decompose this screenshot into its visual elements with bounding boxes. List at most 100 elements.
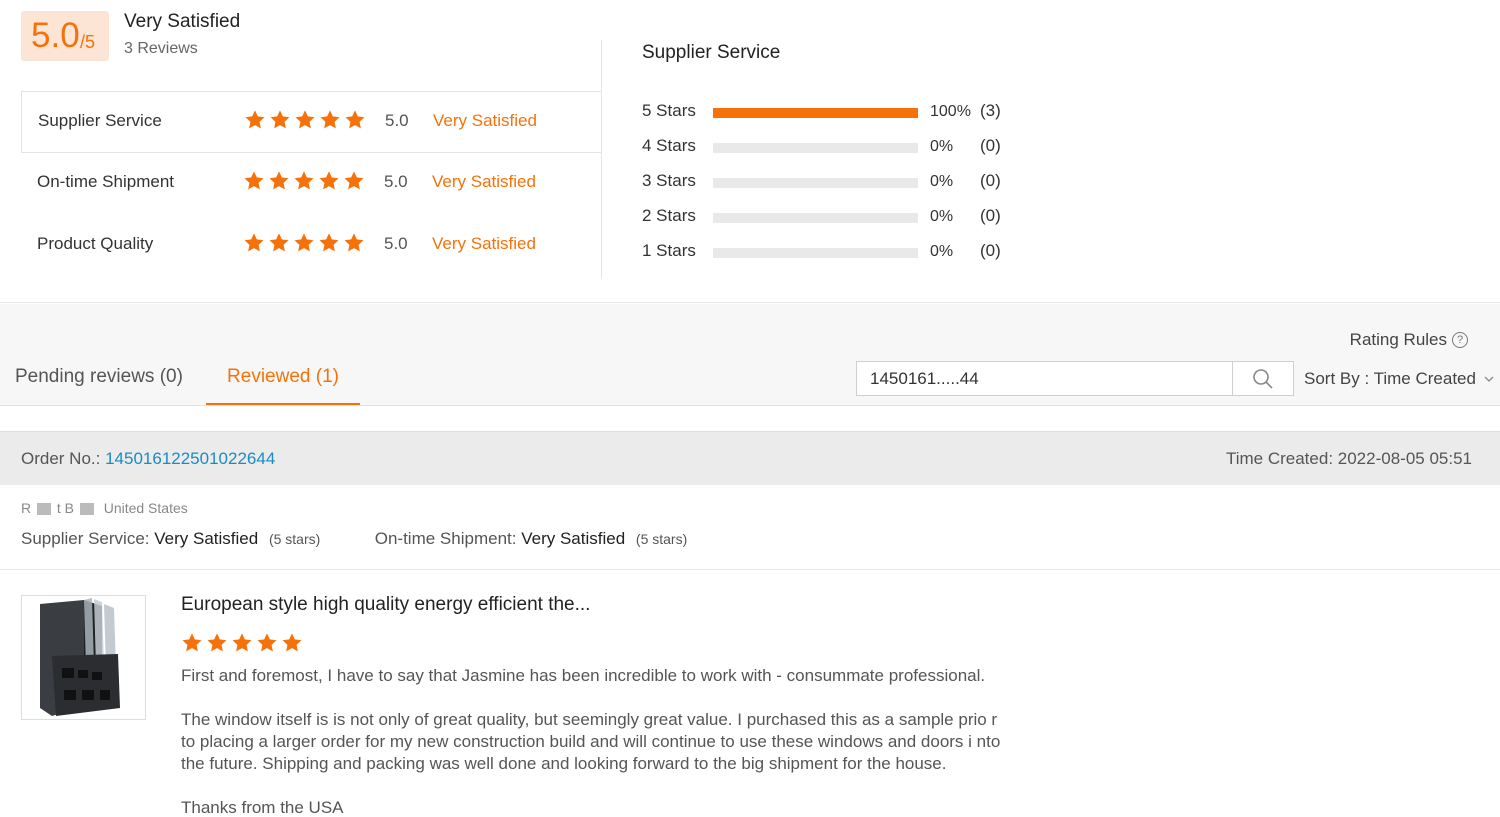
rating-rules-link[interactable]: Rating Rules ? bbox=[1350, 330, 1468, 350]
overall-score-badge: 5.0 /5 bbox=[21, 11, 109, 61]
search-input[interactable] bbox=[856, 361, 1233, 396]
distribution-bar bbox=[713, 248, 918, 258]
review-paragraph: Thanks from the USA bbox=[181, 798, 344, 817]
search-button[interactable] bbox=[1232, 361, 1294, 396]
criteria-list: Supplier Service 5.0 Very Satisfied On-t… bbox=[21, 91, 601, 277]
shipment-value: Very Satisfied bbox=[521, 529, 626, 548]
star-icon bbox=[257, 633, 277, 652]
supplier-service-stars: (5 stars) bbox=[268, 531, 321, 547]
star-icon bbox=[207, 633, 227, 652]
supplier-service-label: Supplier Service: bbox=[21, 529, 150, 548]
buyer-name-initial: R bbox=[21, 500, 32, 516]
star-icon bbox=[282, 633, 302, 652]
help-circle-icon[interactable]: ? bbox=[1452, 332, 1468, 348]
overall-score: 5.0 bbox=[31, 16, 80, 55]
distribution-bar bbox=[713, 213, 918, 223]
redacted-block bbox=[37, 503, 52, 516]
review-paragraph: First and foremost, I have to say that J… bbox=[181, 666, 986, 685]
sort-label: Sort By : Time Created bbox=[1304, 369, 1476, 388]
order-number-link[interactable]: 145016122501022644 bbox=[105, 449, 275, 468]
distribution-label: 2 Stars bbox=[642, 206, 696, 225]
star-icon bbox=[294, 233, 314, 252]
distribution-bar bbox=[713, 143, 918, 153]
star-icon bbox=[345, 110, 365, 129]
distribution-row: 4 Stars 0% (0) bbox=[642, 135, 1042, 159]
star-icon bbox=[244, 233, 264, 252]
review-paragraph: The window itself is is not only of grea… bbox=[181, 710, 1001, 773]
window-profile-image bbox=[40, 598, 120, 716]
order-number-label: Order No.: bbox=[21, 449, 101, 468]
buyer-country: United States bbox=[103, 500, 188, 516]
criteria-name: Supplier Service bbox=[38, 111, 162, 130]
star-icon bbox=[344, 171, 364, 190]
overall-label: Very Satisfied bbox=[124, 11, 241, 32]
redacted-block bbox=[79, 503, 94, 516]
criteria-label: Very Satisfied bbox=[432, 234, 536, 253]
sort-dropdown[interactable]: Sort By : Time Created bbox=[1304, 369, 1494, 389]
distribution-row: 5 Stars 100% (3) bbox=[642, 100, 1042, 124]
review-body: First and foremost, I have to say that J… bbox=[181, 665, 1001, 817]
distribution-label: 1 Stars bbox=[642, 241, 696, 260]
distribution-count: (0) bbox=[980, 171, 1001, 190]
distribution-percent: 100% bbox=[930, 103, 971, 120]
time-created: Time Created: 2022-08-05 05:51 bbox=[1225, 449, 1472, 468]
order-header: Order No.: 145016122501022644 Time Creat… bbox=[0, 431, 1500, 485]
rating-summary: 5.0 /5 Very Satisfied 3 Reviews Supplier… bbox=[0, 0, 1500, 303]
shipment-label: On-time Shipment: bbox=[374, 529, 517, 548]
star-icon bbox=[319, 171, 339, 190]
divider bbox=[0, 569, 1500, 570]
star-icon bbox=[244, 171, 264, 190]
distribution-bar bbox=[713, 178, 918, 188]
criteria-score: 5.0 bbox=[384, 234, 408, 253]
distribution-title: Supplier Service bbox=[642, 42, 781, 63]
distribution-count: (3) bbox=[980, 101, 1001, 120]
distribution-bar bbox=[713, 108, 918, 118]
distribution-count: (0) bbox=[980, 136, 1001, 155]
star-icon bbox=[319, 233, 339, 252]
distribution-label: 3 Stars bbox=[642, 171, 696, 190]
distribution-percent: 0% bbox=[930, 243, 954, 260]
criteria-row[interactable]: Supplier Service 5.0 Very Satisfied bbox=[21, 91, 601, 153]
star-icon bbox=[270, 110, 290, 129]
criteria-stars bbox=[244, 109, 366, 131]
distribution-row: 1 Stars 0% (0) bbox=[642, 240, 1042, 264]
buyer-name-mid: t B bbox=[56, 500, 75, 516]
distribution-percent: 0% bbox=[930, 138, 954, 155]
distribution-percent: 0% bbox=[930, 208, 954, 225]
star-icon bbox=[245, 110, 265, 129]
distribution-count: (0) bbox=[980, 206, 1001, 225]
chevron-down-icon bbox=[1484, 376, 1494, 382]
tab-reviewed[interactable]: Reviewed (1) bbox=[206, 366, 360, 405]
star-icon bbox=[269, 171, 289, 190]
summary-divider bbox=[601, 40, 602, 278]
product-title-link[interactable]: European style high quality energy effic… bbox=[181, 594, 590, 616]
criteria-stars bbox=[243, 170, 365, 192]
criteria-name: Product Quality bbox=[37, 234, 154, 253]
review-count: 3 Reviews bbox=[124, 40, 198, 57]
product-thumbnail[interactable] bbox=[21, 595, 146, 720]
distribution-label: 4 Stars bbox=[642, 136, 696, 155]
review-stars bbox=[181, 632, 303, 654]
star-icon bbox=[269, 233, 289, 252]
star-icon bbox=[232, 633, 252, 652]
star-icon bbox=[295, 110, 315, 129]
star-icon bbox=[182, 633, 202, 652]
criteria-score: 5.0 bbox=[384, 172, 408, 191]
rating-rules-label: Rating Rules bbox=[1349, 330, 1447, 349]
criteria-score: 5.0 bbox=[385, 111, 409, 130]
criteria-stars bbox=[243, 232, 365, 254]
shipment-stars: (5 stars) bbox=[635, 531, 688, 547]
criteria-name: On-time Shipment bbox=[37, 172, 174, 191]
buyer-info: R t B United States bbox=[21, 500, 188, 516]
order-number-field: Order No.: 145016122501022644 bbox=[21, 449, 275, 469]
criteria-row[interactable]: On-time Shipment 5.0 Very Satisfied bbox=[21, 153, 601, 215]
criteria-label: Very Satisfied bbox=[432, 172, 536, 191]
distribution-percent: 0% bbox=[930, 173, 954, 190]
distribution-row: 2 Stars 0% (0) bbox=[642, 205, 1042, 229]
distribution-count: (0) bbox=[980, 241, 1001, 260]
tab-pending-reviews[interactable]: Pending reviews (0) bbox=[15, 366, 183, 403]
criteria-row[interactable]: Product Quality 5.0 Very Satisfied bbox=[21, 215, 601, 277]
distribution-row: 3 Stars 0% (0) bbox=[642, 170, 1042, 194]
overall-score-max: /5 bbox=[80, 32, 96, 52]
search-icon bbox=[1253, 368, 1273, 389]
